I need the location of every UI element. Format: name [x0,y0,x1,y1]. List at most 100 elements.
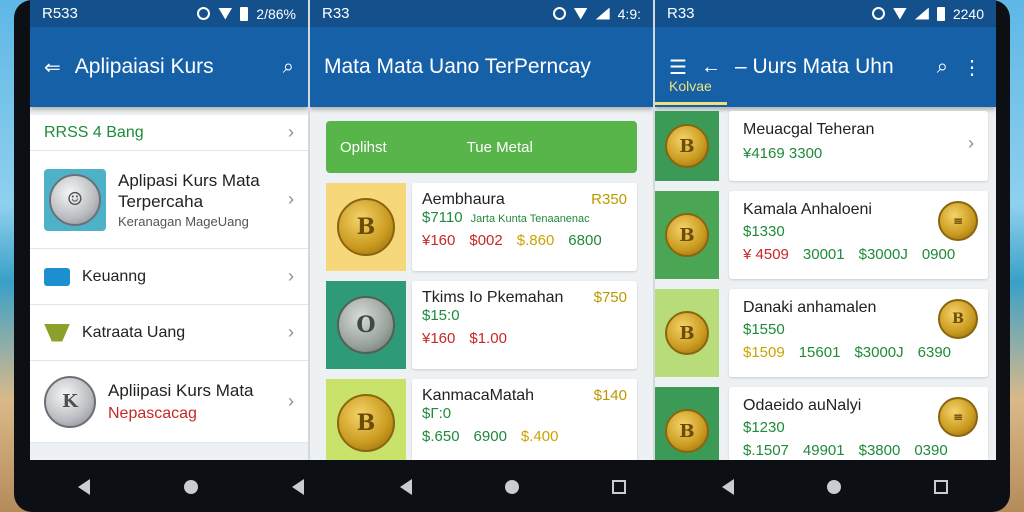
nav-recents-icon[interactable] [934,480,949,494]
more-vert-icon[interactable]: ⋮ [962,55,982,80]
tab-indicator [655,102,727,105]
banner-right-label: Tue Metal [466,138,533,156]
value-cell: 6800 [568,232,602,249]
app-bar: ⇐ Aplipaiasi Kurs ⌕ [30,27,308,107]
item-title: Keuanng [82,267,147,285]
status-bar: R33 4:9: [310,0,653,27]
list-item[interactable]: O Tkims Io Pkemahan $750 $15:0 ¥160 $1.0… [326,281,653,369]
currency-card: Meuacgal Teheran ¥4169 3300 › [729,111,988,181]
coin-thumbnail: B [655,289,719,377]
app-bar: ☰ ← – Uurs Mata Uhn ⌕ ⋮ [655,27,996,107]
list-item[interactable]: B Odaeido auNalyi $1230 $.1507 49901 $38… [655,387,996,460]
currency-card: Kamala Anhaloeni $1330 ¥ 4509 30001 $300… [729,191,988,279]
system-nav-bar [30,462,996,512]
nav-group [31,479,351,495]
list-item[interactable]: B Aembhaura R350 $7110 Jarta Kunta Tenaa… [326,183,653,271]
nav-back-icon[interactable] [721,479,734,495]
value-cell: 30001 [802,246,845,263]
nav-back-icon[interactable] [292,479,304,495]
list-item[interactable]: B KanmacaMatah $140 $Γ:0 $.650 6900 $.40… [326,379,653,460]
alarm-icon [871,7,885,20]
app-title-text: Uurs Mata Uhn [752,55,894,78]
nav-recents-icon[interactable] [612,480,627,494]
status-icons: 4:9: [552,5,641,22]
value-cell: 0900 [921,246,956,263]
list-header-row[interactable]: RRSS 4 Bang › [30,115,308,151]
list-header-label: RRSS 4 Bang [44,123,144,141]
search-icon[interactable]: ⌕ [937,56,948,79]
currency-name: Meuacgal Teheran [743,121,875,138]
value-cell: ¥160 [422,232,456,249]
coin-thumbnail: B [655,111,719,181]
status-left: R33 [667,5,695,22]
value-row: $.650 6900 $.400 [422,428,627,445]
alarm-icon [197,7,211,20]
value-cell: $.650 [422,428,460,445]
item-subtitle: Keranagan MageUang [118,214,249,229]
money-icon [44,323,70,342]
currency-card: KanmacaMatah $140 $Γ:0 $.650 6900 $.400 [412,379,637,460]
value-cell: $.400 [520,428,559,445]
banner-left-label: Oplihst [340,138,387,156]
value-cell: $3000J [854,344,904,361]
nav-group [675,479,995,495]
coin-thumbnail: B [655,387,719,460]
item-title: Katraata Uang [82,323,186,341]
nav-home-icon[interactable] [184,480,198,494]
value-row: ¥160 $002 $.860 6800 [422,232,627,249]
signal-icon [914,7,929,20]
coin-thumbnail: O [326,281,406,369]
value-row: $.1507 49901 $3800 0390 [743,442,974,459]
filter-banner[interactable]: Oplihst Tue Metal [326,121,637,173]
value-row: ¥ 4509 30001 $3000J 0900 [743,246,974,263]
coin-icon: B [665,124,709,168]
currency-note: Jarta Kunta Tenaanenac [470,213,590,225]
search-icon[interactable]: ⌕ [283,56,294,79]
item-subtitle: Nepascacag [108,404,197,422]
pane-currency-list: R33 4:9: Mata Mata Uano TerPerncay Oplih… [310,0,655,460]
back-arrow-icon[interactable]: ← [701,56,721,79]
app-bar: Mata Mata Uano TerPerncay [310,27,653,107]
status-right: 4:9: [617,5,641,22]
list-item[interactable]: B Meuacgal Teheran ¥4169 3300 › [655,111,996,181]
currency-rate: ¥4169 3300 [743,145,823,162]
coin-icon: ☺ [49,173,101,226]
coin-icon: B [665,409,709,453]
currency-rate: $Γ:0 [422,405,452,422]
chevron-right-icon: › [288,391,294,411]
menu-list: RRSS 4 Bang › ☺ Aplipasi Kurs Mata Terpe… [30,107,308,443]
list-item[interactable]: B Danaki anhamalen $1550 $1509 15601 $30… [655,289,996,377]
value-cell: 49901 [802,442,845,459]
value-cell: $3000J [858,246,908,263]
value-cell: $1.00 [469,330,507,347]
app-title: Aplipaiasi Kurs [74,55,214,78]
value-cell: 15601 [798,344,841,361]
value-cell: $1509 [743,344,785,361]
status-icons: 2/86% [197,6,296,22]
currency-price: R350 [591,191,627,208]
nav-back-icon[interactable] [399,479,412,495]
coin-icon: K [44,375,96,428]
status-right: 2/86% [256,5,296,22]
menu-icon[interactable]: ☰ [669,55,687,80]
wifi-icon [573,7,588,20]
list-item[interactable]: ☺ Aplipasi Kurs Mata Terpercaha Keranaga… [30,151,308,249]
currency-rate: $15:0 [422,307,460,324]
back-arrow-icon[interactable]: ⇐ [44,55,61,80]
nav-home-icon[interactable] [504,480,519,494]
value-cell: $.1507 [743,442,789,459]
value-row: $1509 15601 $3000J 6390 [743,344,974,361]
list-item[interactable]: B Kamala Anhaloeni $1330 ¥ 4509 30001 $3… [655,191,996,279]
coin-icon: O [337,296,395,354]
list-item[interactable]: K Apliipasi Kurs Mata Nepascacag › [30,361,308,443]
value-cell: $3800 [858,442,901,459]
nav-home-icon[interactable] [826,480,841,494]
nav-back-icon[interactable] [78,479,90,495]
alarm-icon [552,7,566,20]
list-item[interactable]: Keuanng › [30,249,308,305]
chevron-right-icon: › [288,122,294,142]
tab-active[interactable]: Kolvae [669,78,712,94]
list-item[interactable]: Katraata Uang › [30,305,308,361]
currency-card: Aembhaura R350 $7110 Jarta Kunta Tenaane… [412,183,637,271]
value-cell: $.860 [516,232,555,249]
